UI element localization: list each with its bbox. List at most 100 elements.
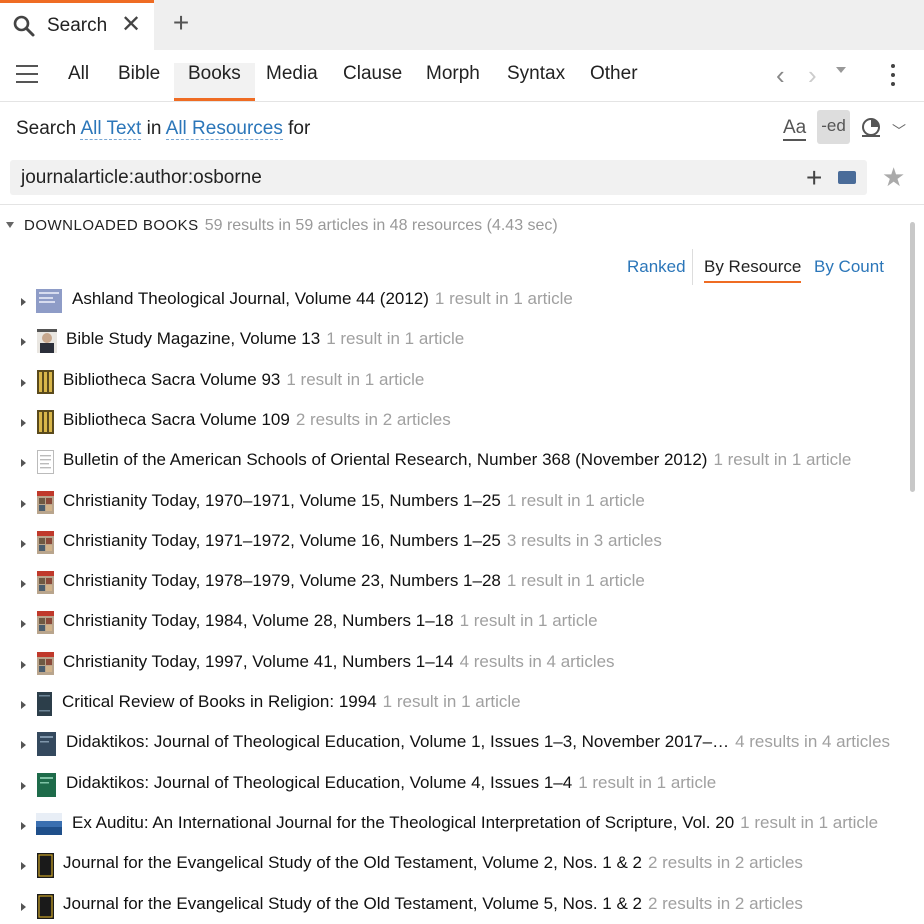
- result-count: 1 result in 1 article: [326, 329, 465, 349]
- expand-triangle-icon[interactable]: [21, 539, 26, 548]
- result-title[interactable]: Journal for the Evangelical Study of the…: [63, 894, 642, 913]
- result-title[interactable]: Bibliotheca Sacra Volume 109: [63, 410, 290, 429]
- result-title[interactable]: Ex Auditu: An International Journal for …: [72, 813, 734, 832]
- result-row[interactable]: Bibliotheca Sacra Volume 109 2 results in…: [0, 406, 905, 442]
- expand-triangle-icon[interactable]: [21, 741, 26, 750]
- result-count: 1 result in 1 article: [713, 450, 852, 470]
- result-title[interactable]: Christianity Today, 1984, Volume 28, Num…: [63, 611, 454, 630]
- tab-morph[interactable]: Morph: [426, 63, 480, 101]
- result-row[interactable]: Bulletin of the American Schools of Orie…: [0, 446, 905, 482]
- tab-clause[interactable]: Clause: [343, 63, 402, 101]
- result-title[interactable]: Bible Study Magazine, Volume 13: [66, 329, 320, 348]
- result-row[interactable]: Bible Study Magazine, Volume 13 1 result …: [0, 325, 905, 361]
- result-row[interactable]: Christianity Today, 1978–1979, Volume 23…: [0, 567, 905, 603]
- tab-all[interactable]: All: [68, 63, 89, 101]
- result-count: 1 result in 1 article: [459, 611, 598, 631]
- expand-triangle-icon[interactable]: [21, 821, 26, 830]
- result-title[interactable]: Journal for the Evangelical Study of the…: [63, 853, 642, 872]
- results-group-header[interactable]: DOWNLOADED BOOKS 59 results in 59 article…: [6, 217, 558, 235]
- book-cover-image: [37, 530, 54, 559]
- match-word-forms-button[interactable]: -ed: [817, 110, 850, 144]
- result-row[interactable]: Critical Review of Books in Religion: 19…: [0, 688, 905, 724]
- book-cover-image: [36, 812, 62, 840]
- new-tab-button[interactable]: +: [168, 8, 194, 38]
- favorite-star-icon[interactable]: ★: [882, 162, 905, 193]
- result-title[interactable]: Bibliotheca Sacra Volume 93: [63, 370, 280, 389]
- result-title[interactable]: Christianity Today, 1978–1979, Volume 23…: [63, 571, 501, 590]
- expand-triangle-icon[interactable]: [21, 781, 26, 790]
- group-summary: 59 results in 59 articles in 48 resource…: [204, 217, 558, 234]
- menu-icon[interactable]: [16, 65, 38, 85]
- group-title: DOWNLOADED BOOKS: [24, 217, 199, 234]
- add-term-button[interactable]: +: [806, 160, 822, 195]
- result-title[interactable]: Christianity Today, 1970–1971, Volume 15…: [63, 491, 501, 510]
- close-icon[interactable]: ✕: [120, 11, 142, 39]
- tab-strip: Search ✕ +: [0, 0, 924, 50]
- back-button[interactable]: ‹: [776, 60, 785, 91]
- result-title[interactable]: Bulletin of the American Schools of Orie…: [63, 450, 707, 469]
- result-row[interactable]: Christianity Today, 1971–1972, Volume 16…: [0, 527, 905, 563]
- result-count: 4 results in 4 articles: [735, 732, 891, 752]
- result-row[interactable]: Christianity Today, 1997, Volume 41, Num…: [0, 648, 905, 684]
- search-input[interactable]: journalarticle:author:osborne +: [10, 160, 867, 195]
- sort-by-count[interactable]: By Count: [814, 257, 884, 277]
- resources-link[interactable]: All Resources: [165, 118, 283, 140]
- result-title[interactable]: Critical Review of Books in Religion: 19…: [62, 692, 377, 711]
- tab-search[interactable]: Search ✕: [0, 0, 154, 50]
- result-row[interactable]: Christianity Today, 1970–1971, Volume 15…: [0, 487, 905, 523]
- result-row[interactable]: Didaktikos: Journal of Theological Educa…: [0, 769, 905, 805]
- book-cover-image: [37, 490, 54, 519]
- result-row[interactable]: Didaktikos: Journal of Theological Educa…: [0, 728, 905, 764]
- result-title[interactable]: Ashland Theological Journal, Volume 44 (…: [72, 289, 429, 308]
- options-dropdown-icon[interactable]: ﹀: [892, 121, 906, 141]
- expand-triangle-icon[interactable]: [21, 660, 26, 669]
- result-count: 1 result in 1 article: [286, 369, 425, 389]
- result-title[interactable]: Didaktikos: Journal of Theological Educa…: [66, 732, 729, 751]
- result-row[interactable]: Ex Auditu: An International Journal for …: [0, 809, 905, 845]
- book-cover-image: [37, 369, 54, 399]
- result-row[interactable]: Bibliotheca Sacra Volume 93 1 result in 1…: [0, 366, 905, 402]
- tab-bible[interactable]: Bible: [118, 63, 160, 101]
- expand-triangle-icon[interactable]: [21, 459, 26, 468]
- tab-books[interactable]: Books: [174, 63, 255, 101]
- keyboard-icon[interactable]: [838, 171, 856, 184]
- expand-triangle-icon[interactable]: [21, 338, 26, 347]
- search-kind-bar: All Bible Books Media Clause Morph Synta…: [0, 50, 924, 102]
- history-dropdown-icon[interactable]: [836, 67, 846, 73]
- result-count: 2 results in 2 articles: [647, 893, 803, 913]
- expand-triangle-icon[interactable]: [21, 378, 26, 387]
- expand-triangle-icon[interactable]: [21, 298, 26, 306]
- result-row[interactable]: Christianity Today, 1984, Volume 28, Num…: [0, 607, 905, 643]
- tab-other[interactable]: Other: [590, 63, 638, 101]
- result-row[interactable]: Journal for the Evangelical Study of the…: [0, 890, 905, 924]
- more-options-icon[interactable]: [891, 64, 897, 88]
- result-count: 4 results in 4 articles: [459, 651, 615, 671]
- result-title[interactable]: Christianity Today, 1971–1972, Volume 16…: [63, 531, 501, 550]
- result-count: 1 result in 1 article: [434, 289, 573, 308]
- sync-icon[interactable]: [860, 116, 882, 138]
- forward-button[interactable]: ›: [808, 60, 817, 91]
- expand-triangle-icon[interactable]: [21, 902, 26, 911]
- sort-by-resource[interactable]: By Resource: [704, 257, 802, 283]
- book-cover-image: [37, 853, 54, 883]
- expand-triangle-icon[interactable]: [21, 580, 26, 589]
- collapse-triangle-icon[interactable]: [6, 222, 14, 228]
- result-title[interactable]: Didaktikos: Journal of Theological Educa…: [66, 773, 572, 792]
- tab-media[interactable]: Media: [266, 63, 318, 101]
- scrollbar[interactable]: [910, 222, 915, 492]
- sort-ranked[interactable]: Ranked: [627, 257, 686, 277]
- expand-triangle-icon[interactable]: [21, 701, 26, 709]
- tab-syntax[interactable]: Syntax: [507, 63, 565, 101]
- expand-triangle-icon[interactable]: [21, 418, 26, 427]
- search-query-text[interactable]: journalarticle:author:osborne: [21, 167, 262, 189]
- book-cover-image: [37, 611, 54, 639]
- expand-triangle-icon[interactable]: [21, 620, 26, 629]
- result-title[interactable]: Christianity Today, 1997, Volume 41, Num…: [63, 652, 454, 671]
- book-cover-image: [37, 651, 54, 680]
- result-row[interactable]: Ashland Theological Journal, Volume 44 (…: [0, 285, 905, 321]
- expand-triangle-icon[interactable]: [21, 862, 26, 871]
- expand-triangle-icon[interactable]: [21, 499, 26, 508]
- result-row[interactable]: Journal for the Evangelical Study of the…: [0, 849, 905, 885]
- scope-link[interactable]: All Text: [80, 118, 142, 140]
- match-case-button[interactable]: Aa: [783, 117, 807, 141]
